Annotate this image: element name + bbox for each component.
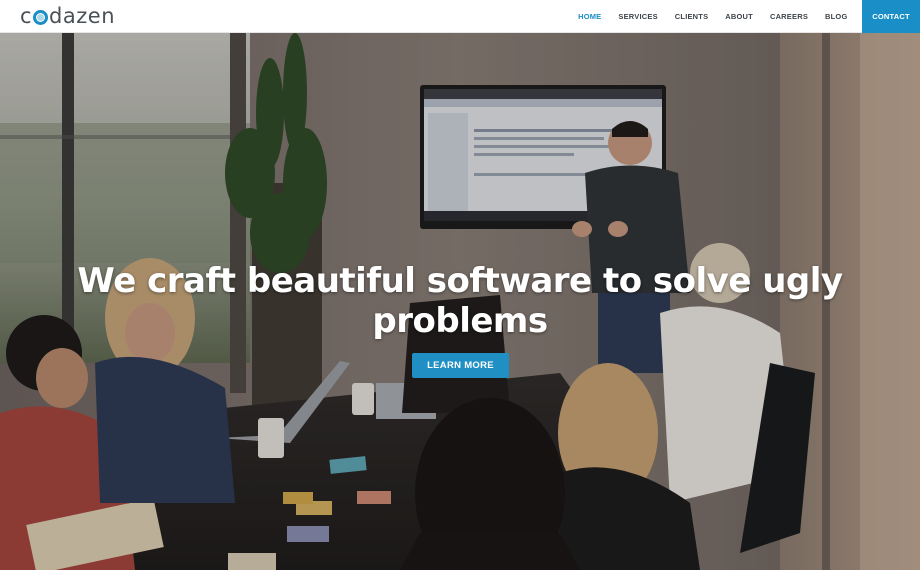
nav-clients[interactable]: CLIENTS	[666, 0, 716, 33]
contact-button[interactable]: CONTACT	[862, 0, 920, 33]
hero-headline-line1: We craft beautiful software to solve ugl…	[77, 261, 843, 301]
codazen-logo[interactable]: c dazen	[20, 3, 115, 29]
site-header: c dazen HOME SERVICES CLIENTS ABOUT CAREE…	[0, 0, 920, 33]
nav-careers[interactable]: CAREERS	[761, 0, 816, 33]
learn-more-button[interactable]: LEARN MORE	[412, 353, 509, 378]
hero-headline-line2: problems	[372, 301, 548, 341]
hero-headline: We craft beautiful software to solve ugl…	[0, 261, 920, 341]
nav-blog[interactable]: BLOG	[817, 0, 856, 33]
hero-section: We craft beautiful software to solve ugl…	[0, 33, 920, 570]
logo-text-left: c	[20, 4, 33, 28]
nav-services[interactable]: SERVICES	[610, 0, 666, 33]
nav-about[interactable]: ABOUT	[717, 0, 762, 33]
logo-ring-icon	[33, 9, 49, 25]
logo-text-right: dazen	[49, 4, 115, 28]
main-nav: HOME SERVICES CLIENTS ABOUT CAREERS BLOG…	[570, 0, 920, 33]
nav-home[interactable]: HOME	[570, 0, 610, 33]
